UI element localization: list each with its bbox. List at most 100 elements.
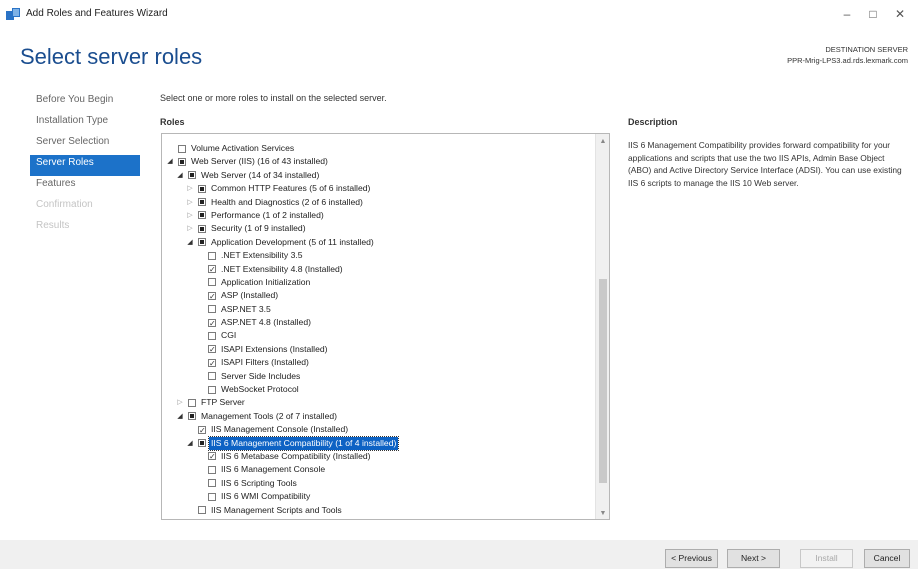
collapse-arrow-icon[interactable]: ◢: [186, 437, 194, 450]
role-checkbox[interactable]: [208, 465, 216, 474]
role-checkbox[interactable]: [198, 506, 206, 515]
role-tree-item[interactable]: IIS 6 WMI Compatibility: [162, 490, 594, 503]
role-label: IIS 6 Metabase Compatibility (Installed): [221, 450, 371, 461]
role-label: FTP Server: [201, 397, 245, 408]
collapse-arrow-icon[interactable]: ◢: [176, 410, 184, 423]
role-tree-item[interactable]: IIS 6 Scripting Tools: [162, 477, 594, 490]
role-tree-item[interactable]: CGI: [162, 329, 594, 342]
roles-tree[interactable]: Volume Activation Services ◢ Web Server (I…: [161, 133, 610, 520]
role-label: Security (1 of 9 installed): [211, 223, 306, 234]
roles-scrollbar[interactable]: ▲ ▼: [595, 134, 609, 519]
scroll-up-arrow-icon[interactable]: ▲: [596, 138, 609, 145]
role-tree-item[interactable]: ◢ IIS 6 Management Compatibility (1 of 4 …: [162, 435, 594, 452]
role-tree-item[interactable]: ✓ ISAPI Extensions (Installed): [162, 343, 594, 356]
role-tree-item[interactable]: ASP.NET 3.5: [162, 303, 594, 316]
role-label: Application Development (5 of 11 install…: [211, 236, 374, 247]
role-checkbox[interactable]: [198, 224, 206, 233]
role-checkbox[interactable]: ✓: [208, 265, 216, 274]
role-label: .NET Extensibility 3.5: [221, 250, 303, 261]
close-button[interactable]: ✕: [889, 5, 911, 23]
role-checkbox[interactable]: [208, 479, 216, 488]
nav-item-before-you-begin[interactable]: Before You Begin: [30, 92, 140, 113]
role-label: Server Side Includes: [221, 370, 301, 381]
instruction-text: Select one or more roles to install on t…: [160, 93, 387, 103]
expand-arrow-icon[interactable]: ▷: [186, 209, 194, 222]
expand-arrow-icon[interactable]: ▷: [176, 396, 184, 409]
role-checkbox[interactable]: ✓: [208, 358, 216, 367]
role-checkbox[interactable]: ✓: [198, 425, 206, 434]
role-checkbox[interactable]: ✓: [208, 452, 216, 461]
install-button[interactable]: Install: [800, 549, 853, 568]
next-button[interactable]: Next >: [727, 549, 780, 568]
role-tree-item[interactable]: Volume Activation Services: [162, 142, 594, 155]
role-label: Volume Activation Services: [191, 143, 295, 153]
scroll-thumb[interactable]: [599, 279, 607, 483]
nav-item-features[interactable]: Features: [30, 176, 140, 197]
role-checkbox[interactable]: [208, 385, 216, 394]
role-tree-item[interactable]: IIS 6 Management Console: [162, 463, 594, 476]
expand-arrow-icon[interactable]: ▷: [186, 182, 194, 195]
role-tree-item[interactable]: ✓ ASP (Installed): [162, 289, 594, 302]
role-label: IIS 6 WMI Compatibility: [221, 491, 311, 502]
minimize-button[interactable]: –: [836, 5, 858, 23]
role-checkbox[interactable]: [198, 238, 206, 247]
role-tree-item[interactable]: WebSocket Protocol: [162, 383, 594, 396]
scroll-down-arrow-icon[interactable]: ▼: [596, 510, 609, 517]
role-checkbox[interactable]: [208, 492, 216, 501]
role-checkbox[interactable]: [188, 398, 196, 407]
collapse-arrow-icon[interactable]: ◢: [176, 169, 184, 182]
role-tree-item[interactable]: ▷ Performance (1 of 2 installed): [162, 209, 594, 222]
expand-arrow-icon[interactable]: ▷: [186, 196, 194, 209]
role-checkbox[interactable]: [198, 211, 206, 220]
role-tree-item[interactable]: ▷ Common HTTP Features (5 of 6 installed): [162, 182, 594, 195]
role-checkbox[interactable]: [178, 144, 186, 153]
cancel-button[interactable]: Cancel: [864, 549, 910, 568]
collapse-arrow-icon[interactable]: ◢: [186, 236, 194, 249]
role-checkbox[interactable]: [188, 412, 196, 421]
role-checkbox[interactable]: [208, 331, 216, 340]
role-label: IIS 6 Management Console: [221, 464, 326, 475]
role-tree-item[interactable]: IIS Management Scripts and Tools: [162, 504, 594, 517]
window-title: Add Roles and Features Wizard: [26, 8, 168, 19]
role-tree-item[interactable]: ▷ Security (1 of 9 installed): [162, 222, 594, 235]
role-tree-item[interactable]: Application Initialization: [162, 276, 594, 289]
role-tree-item[interactable]: ▷ Health and Diagnostics (2 of 6 installe…: [162, 196, 594, 209]
server-manager-icon: [6, 8, 20, 20]
role-label: IIS Management Console (Installed): [211, 424, 349, 435]
role-label: IIS 6 Scripting Tools: [221, 477, 297, 488]
role-checkbox[interactable]: [198, 439, 206, 448]
description-text: IIS 6 Management Compatibility provides …: [628, 140, 902, 188]
role-tree-item[interactable]: ✓ ASP.NET 4.8 (Installed): [162, 316, 594, 329]
collapse-arrow-icon[interactable]: ◢: [166, 155, 174, 168]
role-checkbox[interactable]: [208, 372, 216, 381]
role-checkbox[interactable]: [198, 184, 206, 193]
role-tree-item[interactable]: Server Side Includes: [162, 370, 594, 383]
role-tree-item[interactable]: ✓ IIS 6 Metabase Compatibility (Installed…: [162, 450, 594, 463]
nav-item-server-selection[interactable]: Server Selection: [30, 134, 140, 155]
role-label: Application Initialization: [221, 276, 311, 287]
role-tree-item[interactable]: ◢ Web Server (14 of 34 installed): [162, 169, 594, 182]
role-tree-item[interactable]: ◢ Management Tools (2 of 7 installed): [162, 410, 594, 423]
role-checkbox[interactable]: [208, 251, 216, 260]
role-tree-item[interactable]: ✓ ISAPI Filters (Installed): [162, 356, 594, 369]
nav-item-server-roles[interactable]: Server Roles: [30, 155, 140, 176]
role-tree-item[interactable]: ◢ Application Development (5 of 11 instal…: [162, 236, 594, 249]
role-label: Health and Diagnostics (2 of 6 installed…: [211, 196, 363, 207]
maximize-button[interactable]: □: [862, 5, 884, 23]
role-tree-item[interactable]: ◢ Web Server (IIS) (16 of 43 installed): [162, 155, 594, 168]
role-checkbox[interactable]: ✓: [208, 318, 216, 327]
nav-item-installation-type[interactable]: Installation Type: [30, 113, 140, 134]
role-tree-item[interactable]: ✓ IIS Management Console (Installed): [162, 423, 594, 436]
role-tree-item[interactable]: .NET Extensibility 3.5: [162, 249, 594, 262]
role-checkbox[interactable]: [188, 171, 196, 180]
role-checkbox[interactable]: [208, 305, 216, 314]
role-checkbox[interactable]: [208, 278, 216, 287]
role-tree-item[interactable]: ▷ FTP Server: [162, 396, 594, 409]
previous-button[interactable]: < Previous: [665, 549, 718, 568]
role-checkbox[interactable]: [178, 157, 186, 166]
role-tree-item[interactable]: ✓ .NET Extensibility 4.8 (Installed): [162, 263, 594, 276]
role-checkbox[interactable]: ✓: [208, 345, 216, 354]
expand-arrow-icon[interactable]: ▷: [186, 222, 194, 235]
role-checkbox[interactable]: ✓: [208, 291, 216, 300]
role-checkbox[interactable]: [198, 198, 206, 207]
